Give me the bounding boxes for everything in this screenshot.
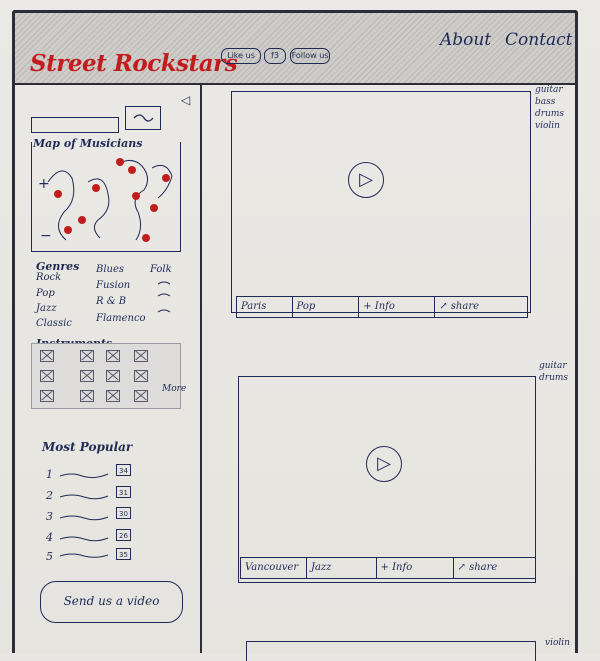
collapse-sidebar-icon[interactable]: ◁ xyxy=(181,93,190,107)
popular-rank: 3 xyxy=(46,510,53,523)
instrument-option[interactable] xyxy=(134,390,148,402)
zoom-out-icon: − xyxy=(40,228,52,244)
popular-count-badge[interactable]: 26 xyxy=(116,529,131,541)
instrument-option[interactable] xyxy=(80,350,94,362)
popular-rank: 2 xyxy=(46,489,53,502)
send-video-button[interactable]: Send us a video xyxy=(40,581,183,623)
video-info-button[interactable]: + Info xyxy=(377,558,454,578)
genre-fusion[interactable]: Fusion xyxy=(96,280,130,291)
map-outline: + − xyxy=(38,158,173,244)
instrument-option[interactable] xyxy=(106,350,120,362)
video-genre-tag[interactable]: Jazz xyxy=(307,558,377,578)
instruments-grid: More xyxy=(31,343,186,409)
instrument-option[interactable] xyxy=(80,390,94,402)
instrument-tag[interactable]: violin xyxy=(545,637,570,649)
genre-rock[interactable]: Rock xyxy=(36,272,61,283)
popular-count-badge[interactable]: 35 xyxy=(116,548,131,560)
map-markers xyxy=(54,158,170,242)
video-player[interactable] xyxy=(246,641,536,661)
site-logo[interactable]: Street Rockstars xyxy=(30,50,238,77)
instruments-more-link[interactable]: More xyxy=(162,384,186,394)
instrument-option[interactable] xyxy=(106,370,120,382)
genre-folk[interactable]: Folk xyxy=(150,264,172,275)
video-instrument-tags: violin xyxy=(545,637,570,649)
instrument-tag[interactable]: guitar xyxy=(535,84,564,96)
popular-title-scribbles xyxy=(59,473,109,558)
play-icon[interactable]: ▷ xyxy=(366,446,402,482)
video-city-tag[interactable]: Vancouver xyxy=(241,558,307,578)
popular-rank: 5 xyxy=(46,550,53,563)
instrument-option[interactable] xyxy=(40,350,54,362)
popular-count-badge[interactable]: 31 xyxy=(116,486,131,498)
search-button[interactable] xyxy=(125,106,161,130)
instrument-option[interactable] xyxy=(40,390,54,402)
video-genre-tag[interactable]: Pop xyxy=(293,297,360,317)
nav-about-link[interactable]: About xyxy=(440,30,491,50)
genre-flamenco[interactable]: Flamenco xyxy=(96,313,146,324)
genre-more-scribbles xyxy=(157,281,171,313)
video-instrument-tags: guitar drums xyxy=(539,360,568,384)
video-player[interactable] xyxy=(231,91,531,313)
video-instrument-tags: guitar bass drums violin xyxy=(535,84,564,132)
follow-us-button[interactable]: Follow us xyxy=(290,48,330,64)
video-share-button[interactable]: ↗ share xyxy=(435,297,527,317)
instrument-option[interactable] xyxy=(40,370,54,382)
popular-rank: 4 xyxy=(46,531,53,544)
genre-classic[interactable]: Classic xyxy=(36,318,72,329)
popular-rank: 1 xyxy=(46,468,53,481)
genre-pop[interactable]: Pop xyxy=(36,288,55,299)
popular-count-badge[interactable]: 34 xyxy=(116,464,131,476)
genre-blues[interactable]: Blues xyxy=(96,264,124,275)
musician-map[interactable]: + − xyxy=(31,142,181,252)
genre-jazz[interactable]: Jazz xyxy=(36,303,57,314)
like-us-button[interactable]: Like us xyxy=(221,48,261,64)
video-info-button[interactable]: + Info xyxy=(359,297,436,317)
search-input[interactable] xyxy=(31,117,119,133)
video-info-bar: Vancouver Jazz + Info ↗ share xyxy=(240,557,536,579)
instrument-tag[interactable]: drums xyxy=(535,108,564,120)
play-icon[interactable]: ▷ xyxy=(348,162,384,198)
nav-contact-link[interactable]: Contact xyxy=(505,30,573,50)
instrument-option[interactable] xyxy=(106,390,120,402)
facebook-count-badge: f3 xyxy=(264,48,286,64)
instrument-option[interactable] xyxy=(134,350,148,362)
search-icon xyxy=(133,114,154,122)
instrument-tag[interactable]: bass xyxy=(535,96,564,108)
video-info-bar: Paris Pop + Info ↗ share xyxy=(236,296,528,318)
zoom-in-icon: + xyxy=(38,176,50,192)
sidebar-divider xyxy=(200,85,202,653)
instrument-option[interactable] xyxy=(80,370,94,382)
video-city-tag[interactable]: Paris xyxy=(237,297,293,317)
genre-rnb[interactable]: R & B xyxy=(96,296,126,307)
popular-count-badge[interactable]: 30 xyxy=(116,507,131,519)
video-share-button[interactable]: ↗ share xyxy=(454,558,535,578)
instrument-tag[interactable]: guitar xyxy=(539,360,568,372)
instrument-tag[interactable]: drums xyxy=(539,372,568,384)
instrument-option[interactable] xyxy=(134,370,148,382)
most-popular-title: Most Popular xyxy=(42,440,133,454)
instrument-tag[interactable]: violin xyxy=(535,120,564,132)
